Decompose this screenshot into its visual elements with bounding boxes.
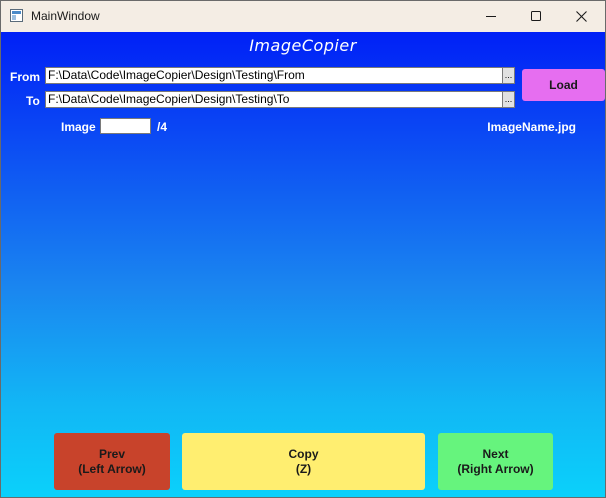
maximize-icon xyxy=(531,11,541,21)
app-window-icon xyxy=(10,9,23,22)
copy-button[interactable]: Copy (Z) xyxy=(182,433,425,490)
prev-button[interactable]: Prev (Left Arrow) xyxy=(54,433,170,490)
window-title: MainWindow xyxy=(31,9,100,23)
app-title: ImageCopier xyxy=(249,36,357,55)
title-bar[interactable]: MainWindow xyxy=(1,1,605,32)
load-button[interactable]: Load xyxy=(522,69,605,101)
next-button-shortcut: (Right Arrow) xyxy=(457,461,534,476)
image-total-count: /4 xyxy=(157,120,168,134)
from-path-field[interactable]: F:\Data\Code\ImageCopier\Design\Testing\… xyxy=(45,67,503,84)
prev-button-label: Prev xyxy=(98,446,126,461)
image-label: Image xyxy=(61,120,96,134)
to-label: To xyxy=(26,94,40,108)
next-button-label: Next xyxy=(482,446,509,461)
image-file-name: ImageName.jpg xyxy=(487,120,576,134)
prev-button-shortcut: (Left Arrow) xyxy=(78,461,146,476)
minimize-button[interactable] xyxy=(469,1,513,32)
close-icon xyxy=(576,11,587,22)
main-content: ImageCopier From F:\Data\Code\ImageCopie… xyxy=(1,32,605,497)
main-window: MainWindow ImageCopier From F:\Data\Code… xyxy=(0,0,606,498)
minimize-icon xyxy=(486,16,496,17)
image-index-input[interactable] xyxy=(100,118,151,134)
maximize-button[interactable] xyxy=(514,1,558,32)
copy-button-shortcut: (Z) xyxy=(295,461,312,476)
to-browse-button[interactable]: ... xyxy=(502,91,515,108)
from-browse-button[interactable]: ... xyxy=(502,67,515,84)
from-label: From xyxy=(10,70,40,84)
to-path-field[interactable]: F:\Data\Code\ImageCopier\Design\Testing\… xyxy=(45,91,503,108)
copy-button-label: Copy xyxy=(288,446,319,461)
close-button[interactable] xyxy=(559,1,603,32)
next-button[interactable]: Next (Right Arrow) xyxy=(438,433,553,490)
